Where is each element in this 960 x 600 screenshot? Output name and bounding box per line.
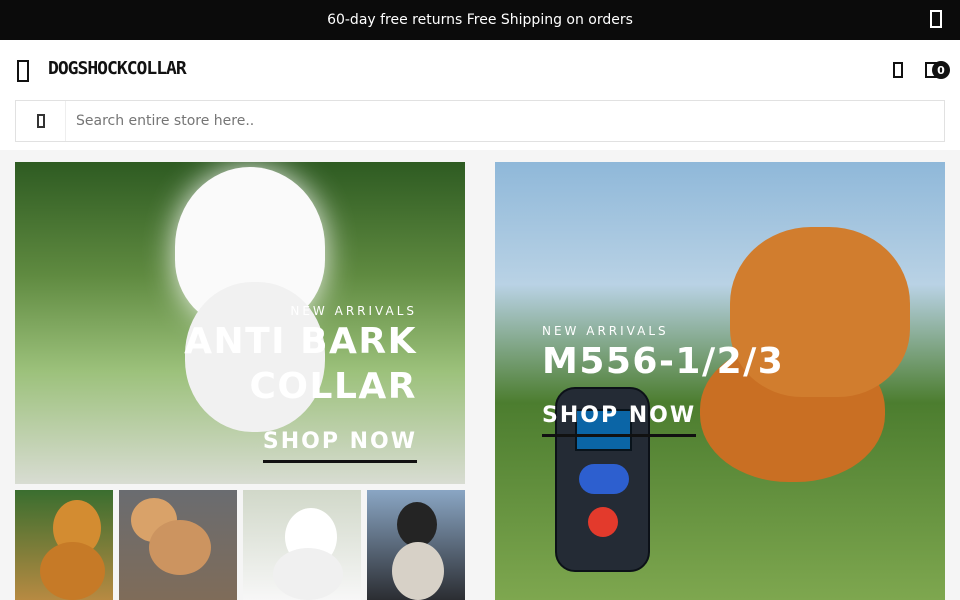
remote-red-button	[588, 507, 618, 537]
thumbnail-husky[interactable]	[367, 490, 465, 600]
top-announcement-bar: 60-day free returns Free Shipping on ord…	[0, 0, 960, 40]
announcement-text: 60-day free returns Free Shipping on ord…	[327, 12, 633, 28]
thumbnail-golden-retriever[interactable]	[15, 490, 113, 600]
thumbnail-shiba-inu[interactable]	[119, 490, 237, 600]
left-banner-text: NEW ARRIVALS ANTI BARK COLLAR SHOP NOW	[184, 304, 417, 464]
shiba-inu-body	[149, 520, 211, 575]
right-banner-title: M556-1/2/3	[542, 341, 785, 382]
right-banner-kicker: NEW ARRIVALS	[542, 324, 669, 338]
westie-body	[273, 548, 343, 600]
m556-banner[interactable]: NEW ARRIVALS M556-1/2/3 SHOP NOW	[495, 162, 945, 600]
site-logo[interactable]: DOGSHOCKCOLLAR	[48, 58, 187, 79]
left-banner-title-line-2: COLLAR	[249, 365, 417, 407]
left-shop-now-button[interactable]: SHOP NOW	[262, 429, 417, 464]
product-thumbnails	[15, 490, 465, 600]
husky-image	[397, 502, 437, 547]
husky-body	[392, 542, 444, 600]
menu-icon[interactable]	[17, 60, 29, 82]
right-banner-text: NEW ARRIVALS M556-1/2/3 SHOP NOW	[542, 324, 784, 437]
search-bar	[15, 100, 945, 142]
anti-bark-collar-banner[interactable]: NEW ARRIVALS ANTI BARK COLLAR SHOP NOW	[15, 162, 465, 484]
search-input[interactable]	[76, 113, 936, 129]
close-icon[interactable]	[930, 10, 942, 28]
golden-retriever-body	[40, 542, 105, 600]
left-banner-kicker: NEW ARRIVALS	[290, 304, 417, 318]
site-header: DOGSHOCKCOLLAR 0	[0, 40, 960, 150]
remote-blue-button	[579, 464, 629, 494]
user-icon[interactable]	[893, 62, 903, 78]
search-icon[interactable]	[16, 101, 66, 141]
left-banner-title-line-1: ANTI BARK	[184, 321, 417, 362]
right-shop-now-button[interactable]: SHOP NOW	[542, 403, 697, 437]
thumbnail-westie[interactable]	[243, 490, 361, 600]
cart-count-badge: 0	[932, 61, 950, 79]
